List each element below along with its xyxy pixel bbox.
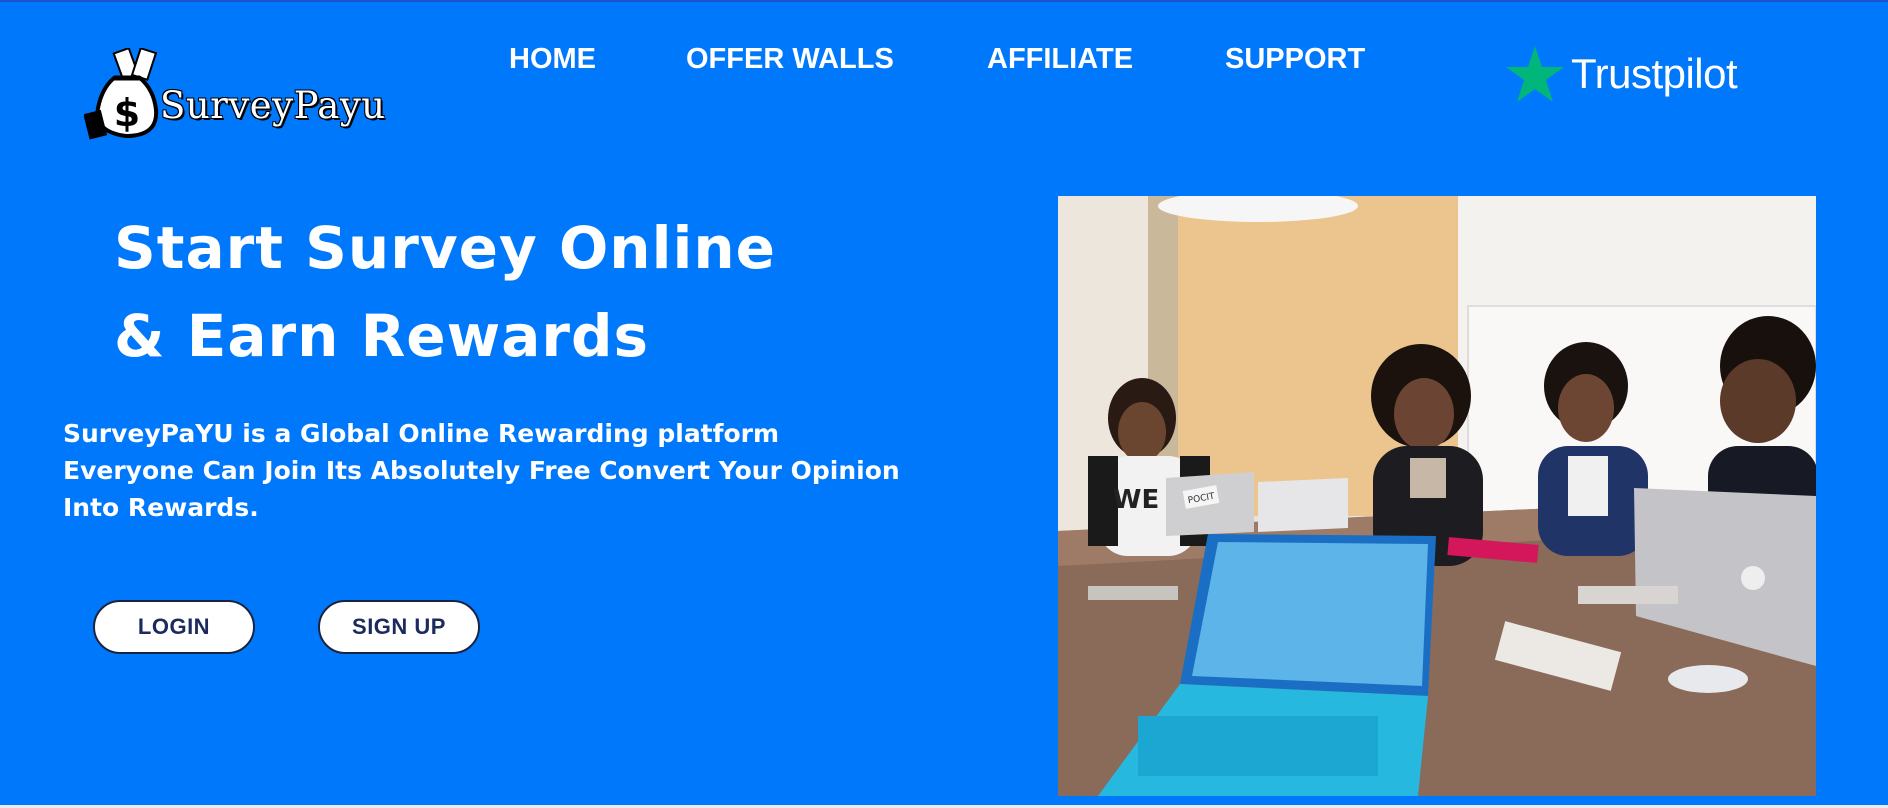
shirt-text: WE — [1113, 485, 1159, 515]
trustpilot-link[interactable]: Trustpilot — [1505, 44, 1738, 104]
brand-name[interactable]: SurveyPayu — [160, 84, 386, 127]
nav-offer-walls[interactable]: OFFER WALLS — [686, 43, 894, 76]
hero-title: Start Survey Online & Earn Rewards — [114, 204, 776, 380]
trustpilot-label: Trustpilot — [1571, 50, 1738, 97]
login-button[interactable]: LOGIN — [93, 600, 255, 654]
nav-affiliate[interactable]: AFFILIATE — [987, 43, 1133, 76]
hero-image: WE POCIT — [1058, 196, 1816, 796]
meeting-photo: WE POCIT — [1058, 196, 1816, 796]
svg-text:$: $ — [114, 91, 140, 135]
top-border — [0, 0, 1888, 2]
hero-description: SurveyPaYU is a Global Online Rewarding … — [63, 419, 900, 522]
signup-button[interactable]: SIGN UP — [318, 600, 480, 654]
hero-title-line-2: & Earn Rewards — [114, 302, 649, 370]
nav-support[interactable]: SUPPORT — [1225, 43, 1365, 76]
hero-title-line-1: Start Survey Online — [114, 214, 776, 282]
nav-home[interactable]: HOME — [509, 43, 596, 76]
star-icon — [1506, 46, 1564, 102]
